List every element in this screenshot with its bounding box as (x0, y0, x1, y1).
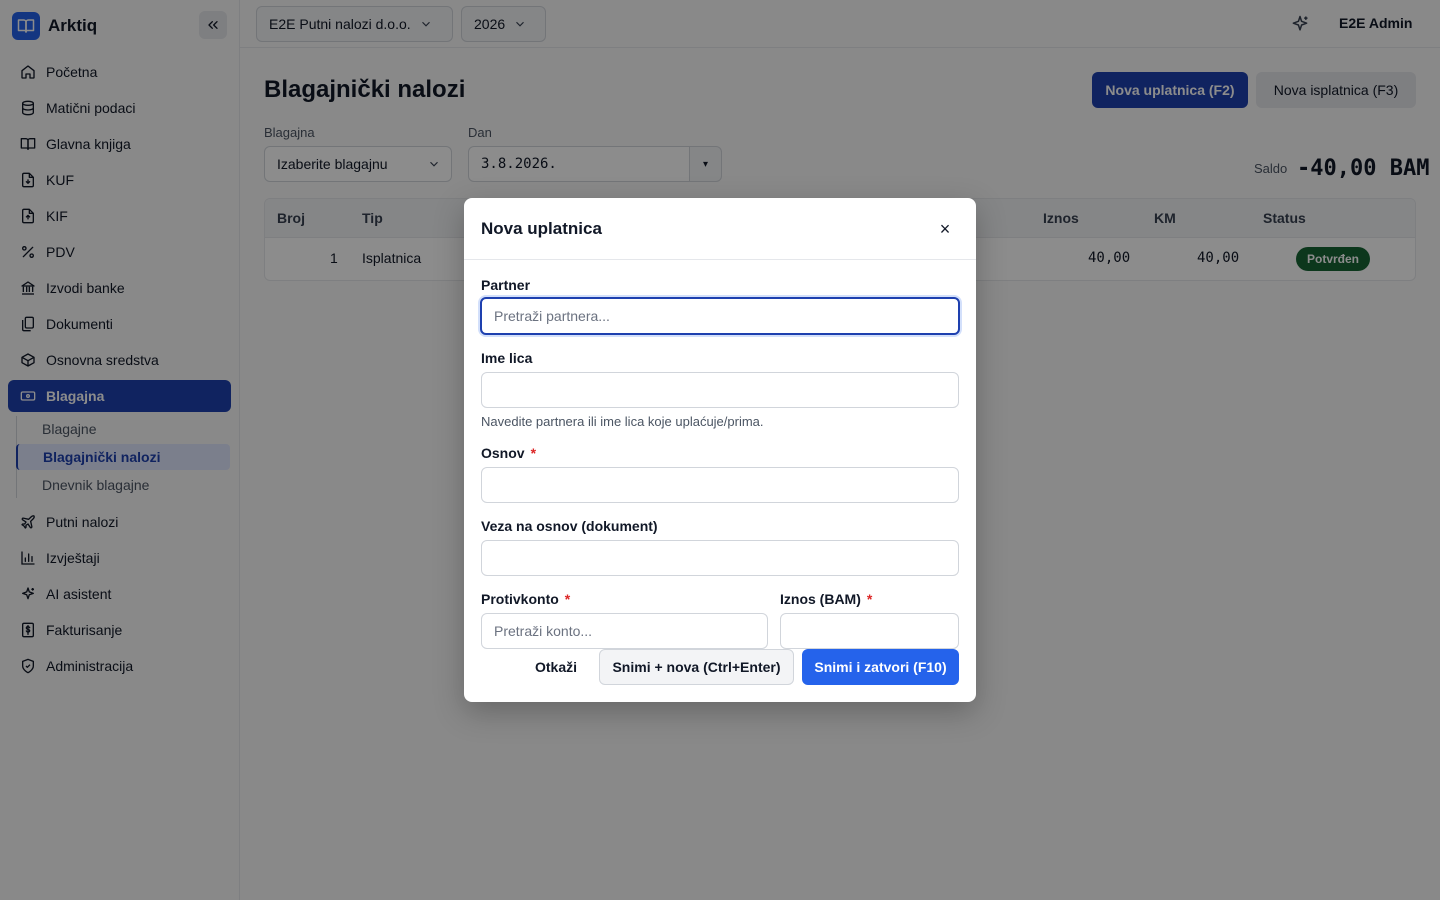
dialog-title: Nova uplatnica (481, 219, 602, 238)
partner-help-text: Navedite partnera ili ime lica koje upla… (481, 414, 764, 429)
iznos-input[interactable] (780, 613, 959, 649)
iznos-label: Iznos (BAM) * (780, 591, 872, 607)
protivkonto-label: Protivkonto * (481, 591, 570, 607)
veza-label: Veza na osnov (dokument) (481, 518, 658, 534)
osnov-input[interactable] (481, 467, 959, 503)
cancel-button[interactable]: Otkaži (522, 649, 590, 685)
protivkonto-label-text: Protivkonto (481, 591, 559, 607)
protivkonto-search-input[interactable] (481, 613, 768, 649)
partner-label: Partner (481, 277, 531, 293)
save-and-close-button[interactable]: Snimi i zatvori (F10) (802, 649, 959, 685)
ime-lica-input[interactable] (481, 372, 959, 408)
required-mark: * (866, 591, 873, 607)
dialog-divider (464, 259, 976, 260)
veza-input[interactable] (481, 540, 959, 576)
osnov-label: Osnov * (481, 445, 536, 461)
ime-lica-label: Ime lica (481, 350, 533, 366)
close-icon[interactable]: × (934, 218, 956, 240)
save-and-new-button[interactable]: Snimi + nova (Ctrl+Enter) (599, 649, 794, 685)
partner-search-input[interactable] (480, 297, 960, 335)
iznos-label-text: Iznos (BAM) (780, 591, 861, 607)
required-mark: * (564, 591, 571, 607)
new-receipt-dialog: Nova uplatnica × Partner Ime lica Navedi… (464, 198, 976, 702)
required-mark: * (530, 445, 537, 461)
osnov-label-text: Osnov (481, 445, 525, 461)
